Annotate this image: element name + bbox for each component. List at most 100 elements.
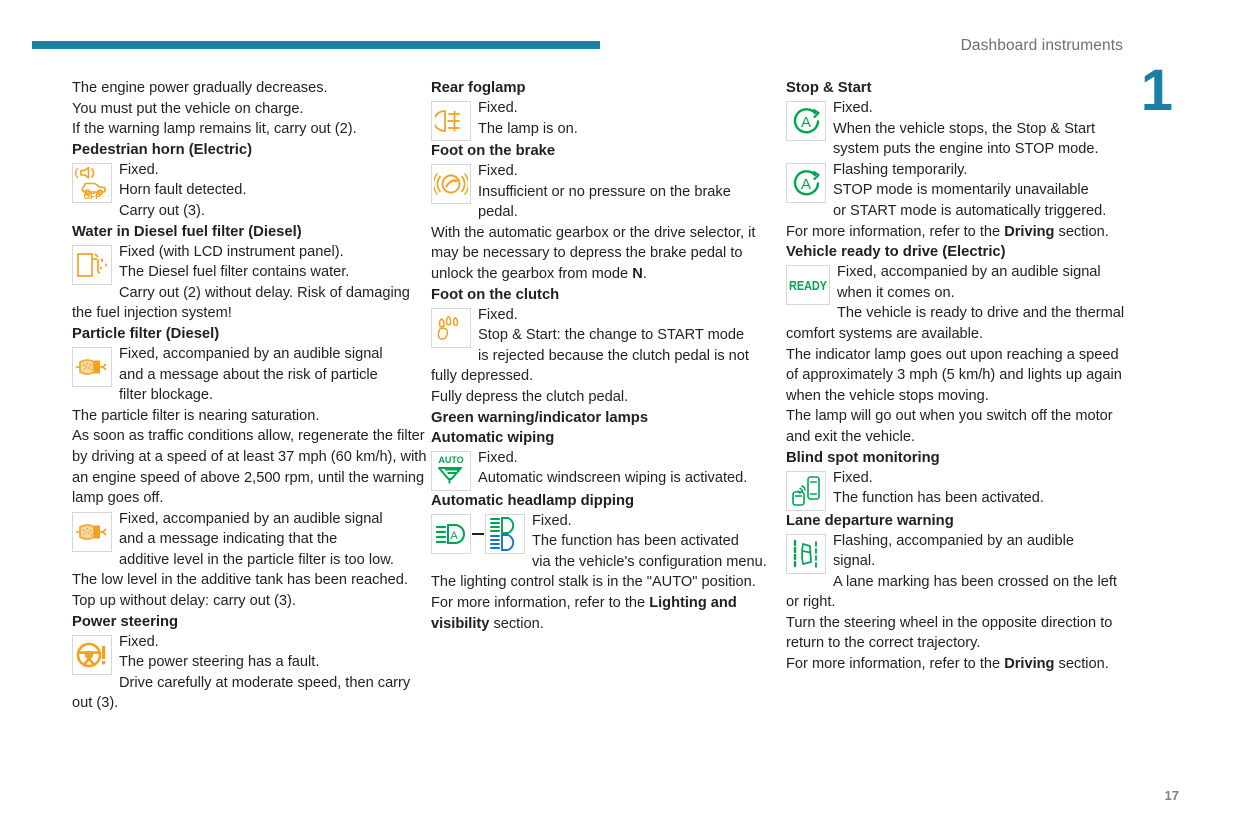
entry-flow-text: additive level in the particle filter is… [119,551,394,568]
entry-flow-text: pedal. [478,204,518,221]
entry-line: The power steering has a fault. [119,654,320,671]
particle-filter-note-2: As soon as traffic conditions allow, reg… [72,428,427,507]
headlamp-auto-letter: A [450,530,458,542]
lane-departure-note-1: Turn the steering wheel in the opposite … [786,614,1113,652]
intro-line-1: The engine power gradually decreases. [72,80,328,96]
entry-stop-start-fixed: A Fixed. When the vehicle stops, the Sto… [786,98,1126,160]
heading-rear-foglamp: Rear foglamp [431,80,526,96]
entry-particle-filter: Fixed, accompanied by an audible signal … [72,344,432,406]
entry-line: Fixed, accompanied by an audible signal [837,264,1101,281]
column-left: The engine power gradually decreases. Yo… [72,78,432,714]
entry-line: and a message about the risk of particle [119,366,378,383]
entry-line: Horn fault detected. [119,182,247,199]
entry-rear-foglamp: Fixed. The lamp is on. [431,98,773,141]
power-steering-icon [72,634,112,675]
foot-on-clutch-icon [431,307,471,348]
entry-line: The Diesel fuel filter contains water. [119,264,350,281]
entry-flow-text: system puts the engine into STOP mode. [833,141,1099,158]
header-accent-rule [32,41,600,49]
entry-flow-text: A lane marking has been crossed on the l… [786,573,1117,611]
entry-line: The function has been activated. [833,490,1044,507]
stop-start-letter: A [801,114,811,131]
entry-line: Insufficient or no pressure on the brake [478,183,731,200]
pedestrian-horn-off-label: OFF [84,191,101,200]
entry-vehicle-ready: READY Fixed, accompanied by an audible s… [786,262,1126,344]
entry-line: Stop & Start: the change to START mode [478,327,745,344]
rear-foglamp-icon [431,101,471,141]
page-header-title: Dashboard instruments [960,37,1123,54]
heading-vehicle-ready: Vehicle ready to drive (Electric) [786,244,1006,261]
entry-automatic-wiping: AUTO Fixed. Automatic windscreen wiping … [431,448,773,491]
entry-lane-departure-warning: Flashing, accompanied by an audible sign… [786,531,1126,613]
entry-line: Flashing, accompanied by an audible [833,532,1074,549]
headlamp-note-2: For more information, refer to the Light… [431,594,737,632]
entry-line: Fixed. [478,306,518,323]
heading-particle-filter: Particle filter (Diesel) [72,325,220,342]
entry-particle-filter-additive: Fixed, accompanied by an audible signal … [72,509,432,571]
entry-power-steering: Fixed. The power steering has a fault. D… [72,632,432,714]
entry-line: Fixed. [119,633,159,650]
entry-line: when it comes on. [837,284,955,301]
entry-line: Fixed. [478,163,518,179]
foot-on-brake-note: With the automatic gearbox or the drive … [431,224,756,282]
entry-line: and a message indicating that the [119,531,338,548]
heading-foot-on-brake: Foot on the brake [431,143,556,159]
diesel-fuel-filter-water-icon [72,244,112,285]
entry-line: The lamp is on. [478,120,578,137]
entry-line: Fixed, accompanied by an audible signal [119,345,383,362]
entry-stop-start-flashing: A Flashing temporarily. STOP mode is mom… [786,160,1126,222]
column-right: Stop & Start A Fixed. When the vehicle s… [786,78,1126,714]
column-middle: Rear foglamp Fixed. The lamp is on. Foot… [431,78,773,714]
entry-flow-text: via the vehicle's configuration menu. [532,553,767,570]
entry-flow-text: or START mode is automatically triggered… [833,202,1107,219]
heading-water-in-diesel-filter: Water in Diesel fuel filter (Diesel) [72,223,302,240]
additive-note-2: Top up without delay: carry out (3). [72,593,296,610]
entry-line: Fixed. [478,100,518,116]
page-columns: The engine power gradually decreases. Yo… [0,78,1241,714]
stop-start-note: For more information, refer to the Drivi… [786,223,1109,240]
stop-start-icon: A [786,101,826,141]
blind-spot-monitoring-icon [786,470,826,511]
entry-foot-on-clutch: Fixed. Stop & Start: the change to START… [431,305,773,387]
entry-line: Fixed. [833,469,873,486]
entry-flow-text: is rejected because the clutch pedal is … [431,347,749,385]
entry-line: Fixed. [833,100,873,116]
lane-departure-warning-icon [786,533,826,574]
intro-line-2: You must put the vehicle on charge. [72,100,304,117]
vehicle-ready-icon: READY [786,265,830,306]
heading-automatic-wiping: Automatic wiping [431,429,555,446]
entry-blind-spot-monitoring: Fixed. The function has been activated. [786,468,1126,511]
vehicle-ready-label: READY [789,278,827,293]
headlamp-beam-switch-icon [485,513,525,554]
dashed-connector [472,532,484,535]
heading-power-steering: Power steering [72,613,179,630]
foot-on-clutch-note: Fully depress the clutch pedal. [431,388,629,405]
automatic-wiping-label: AUTO [438,455,463,465]
entry-flow-text: The vehicle is ready to drive and the th… [786,305,1125,342]
entry-flow-text: Drive carefully at moderate speed, then … [72,674,411,712]
heading-blind-spot-monitoring: Blind spot monitoring [786,449,940,466]
lane-departure-note-2: For more information, refer to the Drivi… [786,656,1109,673]
heading-pedestrian-horn: Pedestrian horn (Electric) [72,141,253,158]
entry-pedestrian-horn: OFF Fixed. Horn fault detected. Carry ou… [72,160,432,222]
entry-line: Automatic windscreen wiping is activated… [478,470,748,487]
page-number: 17 [1164,788,1179,803]
heading-green-warning-lamps: Green warning/indicator lamps [431,409,649,426]
entry-water-in-diesel-filter: Fixed (with LCD instrument panel). The D… [72,242,432,324]
heading-stop-and-start: Stop & Start [786,80,872,96]
intro-line-3: If the warning lamp remains lit, carry o… [72,121,357,138]
entry-foot-on-brake: Fixed. Insufficient or no pressure on th… [431,161,773,223]
additive-note-1: The low level in the additive tank has b… [72,572,408,589]
heading-lane-departure-warning: Lane departure warning [786,512,954,529]
automatic-headlamp-dipping-icon: A [431,513,471,554]
entry-line: Fixed, accompanied by an audible signal [119,510,383,527]
entry-line: Flashing temporarily. [833,161,968,178]
headlamp-note-1: The lighting control stalk is in the "AU… [431,574,756,591]
entry-automatic-headlamp-dipping: A Fixed. The function has been activated… [431,511,773,573]
headlamp-icon-pair: A [431,513,525,554]
vehicle-ready-note-2: The lamp will go out when you switch off… [786,408,1113,445]
entry-line: Fixed. [119,161,159,178]
particle-filter-icon [72,511,112,552]
automatic-wiping-icon: AUTO [431,450,471,491]
stop-start-letter: A [801,176,811,193]
